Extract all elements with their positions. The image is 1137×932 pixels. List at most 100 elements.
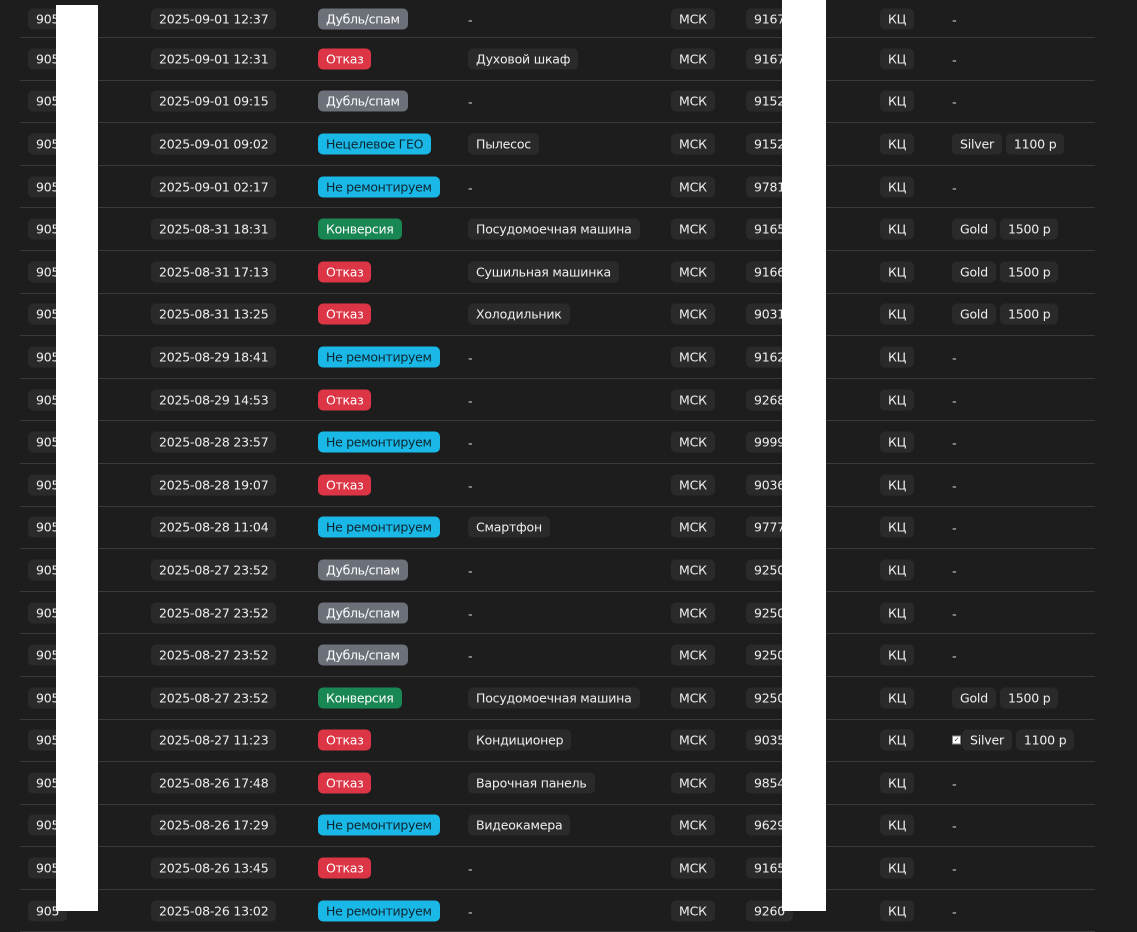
table-row[interactable]: 905 2025-08-28 19:07 Отказ - МСК 9036 КЦ - — [20, 464, 1095, 507]
source-code: КЦ — [880, 389, 915, 411]
city-code-cell: МСК — [671, 729, 715, 751]
status-badge: Дубль/спам — [318, 90, 408, 112]
source-code: КЦ — [880, 474, 915, 496]
lead-datetime-cell: 2025-08-26 17:29 — [151, 814, 277, 836]
product-name: Смартфон — [468, 516, 550, 538]
status-badge: Отказ — [318, 772, 372, 794]
product-name: - — [468, 607, 473, 623]
table-row[interactable]: 905 2025-08-31 13:25 Отказ Холодильник МСК 90… — [20, 294, 1095, 337]
table-row[interactable]: 905 2025-08-26 17:29 Не ремонтируем Видеока… — [20, 805, 1095, 848]
lead-datetime: 2025-08-27 23:52 — [151, 687, 277, 709]
lead-datetime: 2025-08-31 18:31 — [151, 218, 277, 240]
table-row[interactable]: 905 2025-09-01 02:17 Не ремонтируем - МСК 978… — [20, 166, 1095, 209]
table-row[interactable]: 905 2025-08-29 18:41 Не ремонтируем - МСК 916… — [20, 336, 1095, 379]
source-code: КЦ — [880, 516, 915, 538]
source-code: КЦ — [880, 729, 915, 751]
lead-datetime-cell: 2025-09-01 09:15 — [151, 90, 277, 112]
status-badge: Не ремонтируем — [318, 814, 440, 836]
city-code-cell: МСК — [671, 218, 715, 240]
product-name-cell: - — [468, 9, 473, 28]
product-name-cell: - — [468, 92, 473, 111]
table-row[interactable]: 905 2025-08-27 11:23 Отказ Кондиционер МСК 90… — [20, 720, 1095, 763]
lead-datetime-cell: 2025-08-27 23:52 — [151, 559, 277, 581]
status-badge-cell: Дубль/спам — [318, 602, 408, 624]
source-code: КЦ — [880, 133, 915, 155]
tier-label: - — [952, 436, 957, 452]
status-badge-cell: Не ремонтируем — [318, 346, 440, 368]
lead-datetime-cell: 2025-08-31 17:13 — [151, 261, 277, 283]
city-code-cell: МСК — [671, 516, 715, 538]
city-code: МСК — [671, 48, 715, 70]
lead-datetime: 2025-08-27 23:52 — [151, 559, 277, 581]
lead-datetime: 2025-09-01 09:15 — [151, 90, 277, 112]
table-row[interactable]: 905 2025-08-28 11:04 Не ремонтируем Смартфо… — [20, 507, 1095, 550]
lead-datetime: 2025-08-26 13:45 — [151, 857, 277, 879]
lead-datetime-cell: 2025-08-27 23:52 — [151, 602, 277, 624]
product-name-cell: - — [468, 560, 473, 579]
status-badge-cell: Дубль/спам — [318, 559, 408, 581]
tier-label: - — [952, 862, 957, 878]
table-row[interactable]: 905 2025-08-31 18:31 Конверсия Посудомоечна… — [20, 208, 1095, 251]
table-row[interactable]: 905 2025-08-27 23:52 Дубль/спам - МСК 9250 КЦ - — [20, 549, 1095, 592]
source-code: КЦ — [880, 431, 915, 453]
table-row[interactable]: 905 2025-09-01 12:31 Отказ Духовой шкаф МСК 9… — [20, 38, 1095, 81]
table-row[interactable]: 905 2025-09-01 09:15 Дубль/спам - МСК 9152 КЦ - — [20, 81, 1095, 124]
source-code: КЦ — [880, 176, 915, 198]
leads-table: 905 2025-09-01 12:37 Дубль/спам - МСК 9167 КЦ -… — [20, 0, 1095, 932]
table-row[interactable]: 905 2025-08-28 23:57 Не ремонтируем - МСК 999… — [20, 421, 1095, 464]
status-badge-cell: Отказ — [318, 261, 372, 283]
source-code-cell: КЦ — [880, 133, 915, 155]
table-row[interactable]: 905 2025-08-26 13:45 Отказ - МСК 9165 КЦ - — [20, 847, 1095, 890]
tier-cell: - — [952, 773, 957, 792]
source-code: КЦ — [880, 261, 915, 283]
table-row[interactable]: 905 2025-08-27 23:52 Дубль/спам - МСК 9250 КЦ - — [20, 592, 1095, 635]
status-badge-cell: Не ремонтируем — [318, 176, 440, 198]
status-badge: Не ремонтируем — [318, 346, 440, 368]
product-name-cell: - — [468, 475, 473, 494]
status-badge-cell: Отказ — [318, 772, 372, 794]
lead-datetime: 2025-08-29 14:53 — [151, 389, 277, 411]
status-badge: Отказ — [318, 48, 372, 70]
table-row[interactable]: 905 2025-09-01 09:02 Нецелевое ГЕО Пылесос М… — [20, 123, 1095, 166]
lead-datetime: 2025-08-27 23:52 — [151, 602, 277, 624]
product-name: Пылесос — [468, 133, 539, 155]
lead-datetime: 2025-08-26 17:48 — [151, 772, 277, 794]
city-code-cell: МСК — [671, 772, 715, 794]
tier-label: - — [952, 181, 957, 197]
table-row[interactable]: 905 2025-08-29 14:53 Отказ - МСК 9268 КЦ - — [20, 379, 1095, 422]
product-name: - — [468, 436, 473, 452]
source-code-cell: КЦ — [880, 8, 915, 29]
city-code: МСК — [671, 687, 715, 709]
city-code: МСК — [671, 431, 715, 453]
status-badge: Конверсия — [318, 687, 402, 709]
selection-checkbox[interactable]: ✓ — [952, 735, 961, 745]
lead-datetime-cell: 2025-08-29 18:41 — [151, 346, 277, 368]
source-code: КЦ — [880, 346, 915, 368]
source-code-cell: КЦ — [880, 474, 915, 496]
tier-cell: Gold 1500 р — [952, 261, 1059, 283]
tier-label: - — [952, 819, 957, 835]
source-code-cell: КЦ — [880, 431, 915, 453]
lead-datetime: 2025-09-01 12:31 — [151, 48, 277, 70]
source-code: КЦ — [880, 644, 915, 666]
status-badge-cell: Отказ — [318, 857, 372, 879]
source-code: КЦ — [880, 602, 915, 624]
table-row[interactable]: 905 2025-08-31 17:13 Отказ Сушильная машинк… — [20, 251, 1095, 294]
status-badge: Нецелевое ГЕО — [318, 133, 432, 155]
product-name-cell: Посудомоечная машина — [468, 218, 640, 240]
tier-cell: - — [952, 390, 957, 409]
lead-datetime: 2025-09-01 02:17 — [151, 176, 277, 198]
table-row[interactable]: 905 2025-08-27 23:52 Дубль/спам - МСК 9250 КЦ - — [20, 634, 1095, 677]
table-row[interactable]: 905 2025-09-01 12:37 Дубль/спам - МСК 9167 КЦ - — [20, 0, 1095, 38]
tier-cell: - — [952, 603, 957, 622]
source-code-cell: КЦ — [880, 729, 915, 751]
product-name: - — [468, 564, 473, 580]
lead-datetime-cell: 2025-08-27 11:23 — [151, 729, 277, 751]
lead-datetime: 2025-09-01 09:02 — [151, 133, 277, 155]
table-row[interactable]: 905 2025-08-26 17:48 Отказ Варочная панель М… — [20, 762, 1095, 805]
lead-datetime: 2025-08-27 11:23 — [151, 729, 277, 751]
source-code-cell: КЦ — [880, 857, 915, 879]
status-badge: Отказ — [318, 261, 372, 283]
city-code-cell: МСК — [671, 346, 715, 368]
table-row[interactable]: 905 2025-08-27 23:52 Конверсия Посудомоечна… — [20, 677, 1095, 720]
